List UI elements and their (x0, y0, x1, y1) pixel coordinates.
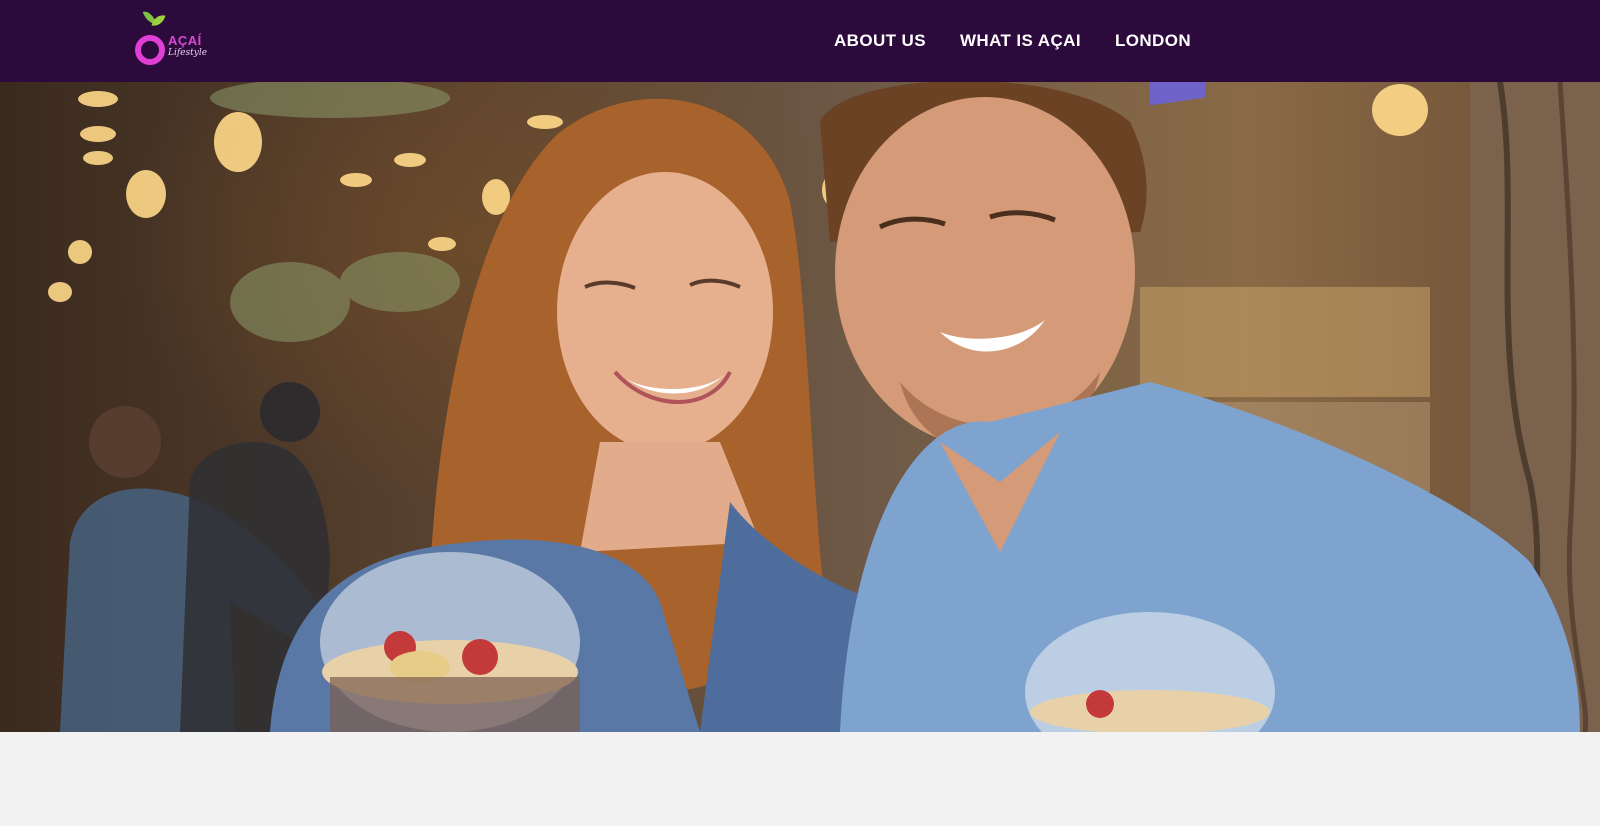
logo-leaf-icon (151, 12, 166, 29)
logo-wordmark: AÇAÍ (168, 33, 202, 48)
acai-lifestyle-logo[interactable]: AÇAÍ Lifestyle (134, 8, 208, 70)
main-nav: ABOUT US WHAT IS AÇAI LONDON (834, 0, 1191, 82)
logo-ring-icon (135, 35, 165, 65)
logo-script: Lifestyle (168, 48, 208, 58)
top-navbar: AÇAÍ Lifestyle ABOUT US WHAT IS AÇAI LON… (0, 0, 1600, 82)
hero-image (0, 82, 1600, 732)
nav-link-about-us[interactable]: ABOUT US (834, 31, 926, 51)
hero-photo-illustration (48, 82, 1600, 732)
nav-link-what-is-acai[interactable]: WHAT IS AÇAI (960, 31, 1081, 51)
content-area (0, 732, 1600, 826)
nav-link-london[interactable]: LONDON (1115, 31, 1191, 51)
